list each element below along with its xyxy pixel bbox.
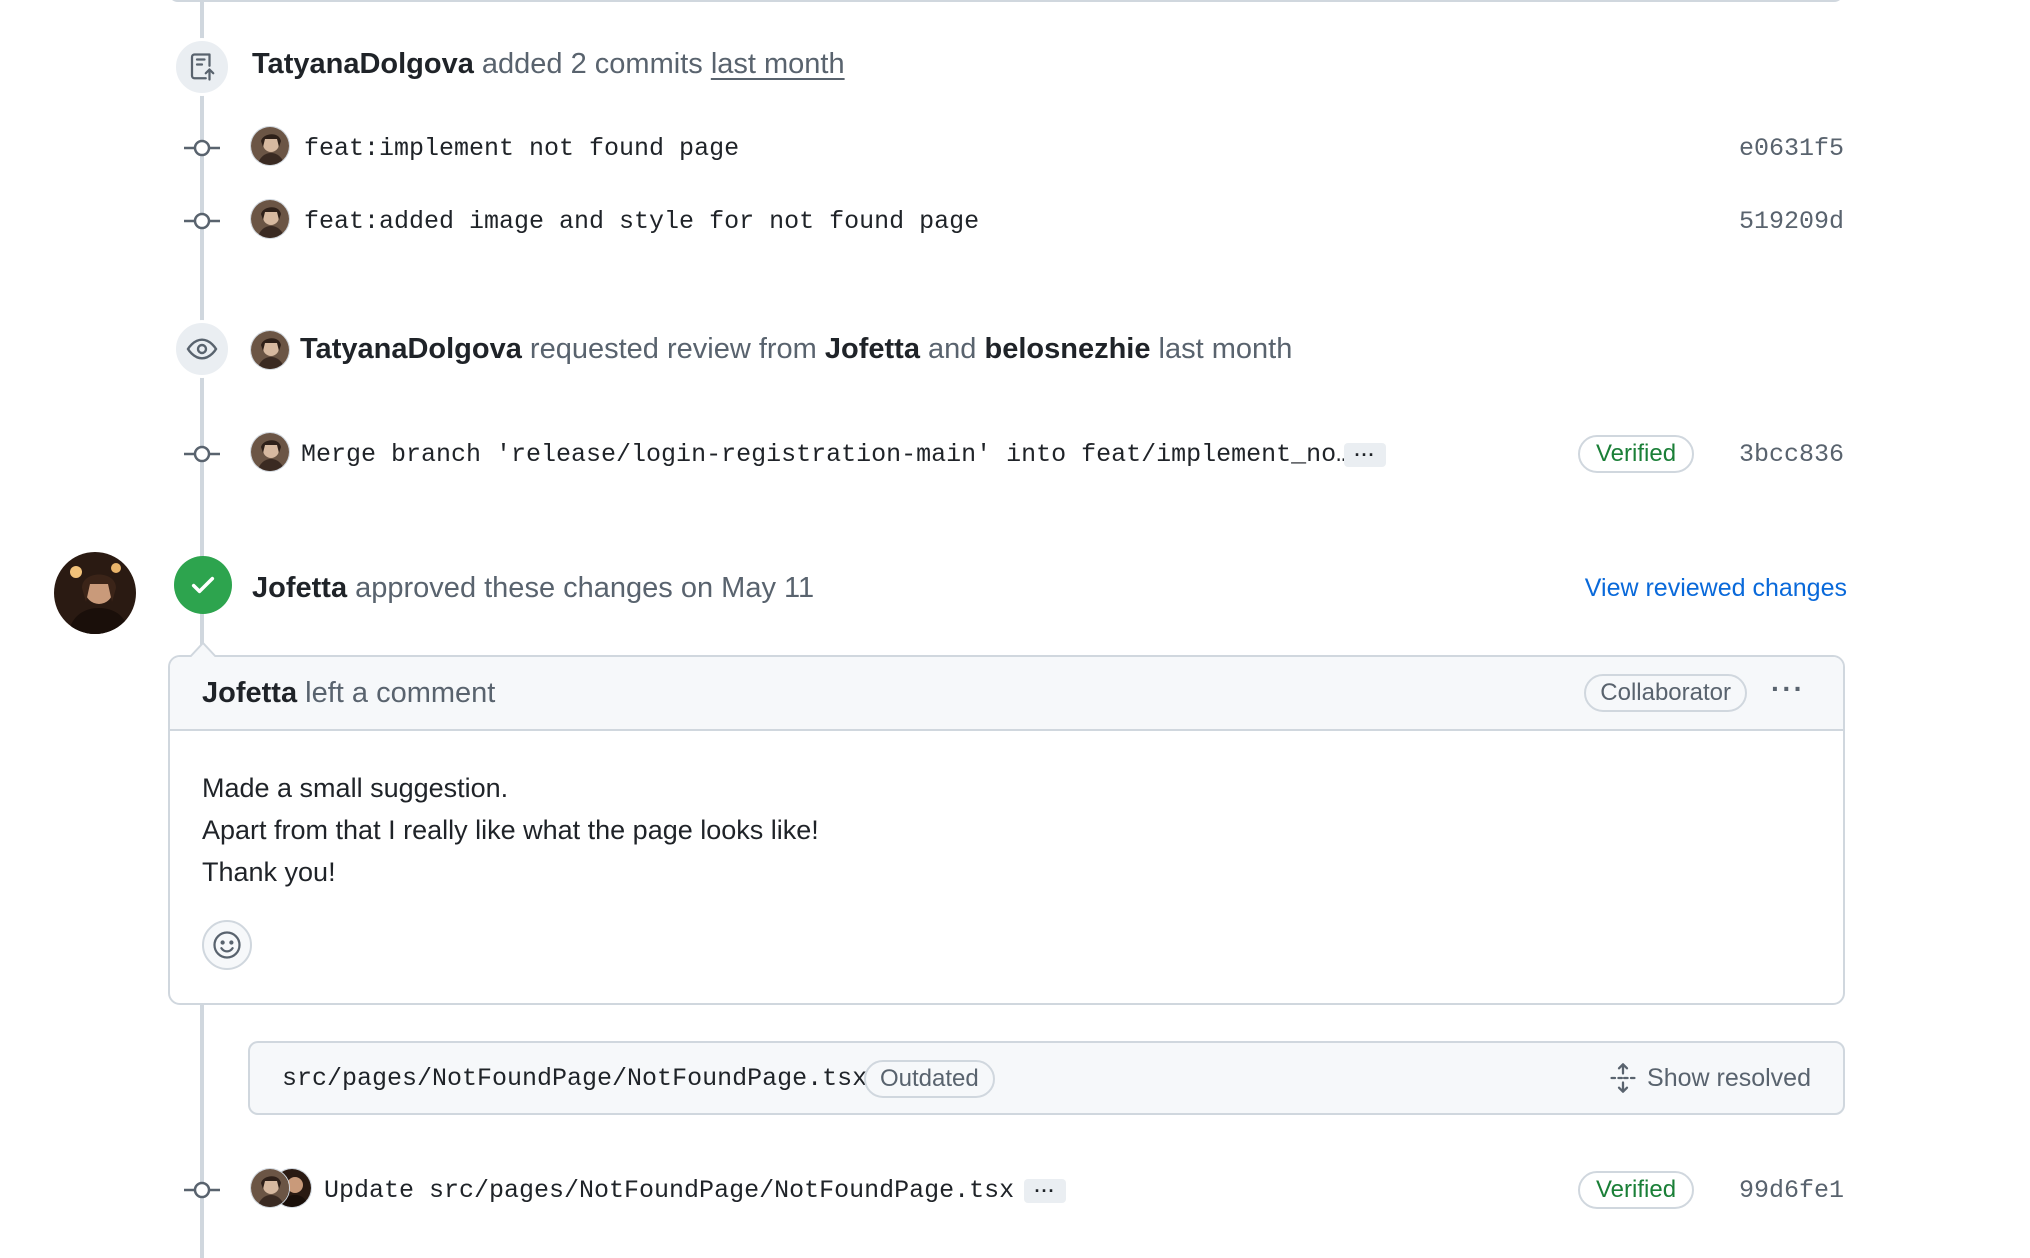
commit-sha-link[interactable]: 519209d [1739, 207, 1844, 236]
comment-byline: Jofetta left a comment [202, 677, 496, 709]
add-reaction-button[interactable] [202, 920, 252, 970]
show-resolved-label: Show resolved [1647, 1063, 1811, 1092]
avatar[interactable] [250, 126, 290, 166]
verified-badge[interactable]: Verified [1578, 435, 1695, 473]
review-comment-card: Jofetta left a comment Collaborator ··· … [168, 641, 1845, 1005]
commit-icon [184, 212, 220, 230]
eye-icon [186, 338, 218, 360]
timeline-line [200, 0, 204, 1258]
approval-event: Jofetta approved these changes on May 11 [252, 572, 815, 604]
review-request-event: TatyanaDolgova requested review from Jof… [300, 333, 1293, 365]
commit-message-link[interactable]: Update src/pages/NotFoundPage/NotFoundPa… [324, 1176, 1014, 1205]
commit-icon [184, 1181, 220, 1199]
event-time[interactable]: on May 11 [681, 572, 814, 604]
commit-message-link[interactable]: Merge branch 'release/login-registration… [301, 440, 1351, 469]
expand-commit-button[interactable]: ··· [1344, 443, 1386, 467]
comment-line: Apart from that I really like what the p… [202, 815, 819, 845]
repo-push-icon [190, 53, 215, 81]
commits-added-event: TatyanaDolgova added 2 commits last mont… [252, 48, 845, 81]
event-author-link[interactable]: TatyanaDolgova [252, 48, 474, 80]
commit-sha-link[interactable]: 3bcc836 [1739, 440, 1844, 469]
comment-author-link[interactable]: Jofetta [202, 677, 297, 709]
smiley-icon [213, 931, 241, 959]
previous-card-edge [168, 0, 1844, 2]
push-event-badge [173, 38, 231, 96]
event-time-link[interactable]: last month [711, 48, 845, 80]
commit-message-link[interactable]: feat:added image and style for not found… [304, 207, 979, 236]
review-request-badge [173, 320, 231, 378]
reviewer-avatar[interactable] [54, 552, 136, 634]
unfold-icon [1610, 1063, 1636, 1093]
reviewer-link[interactable]: Jofetta [252, 572, 347, 604]
comment-line: Thank you! [202, 857, 336, 887]
collaborator-badge: Collaborator [1584, 674, 1747, 712]
view-reviewed-changes-link[interactable]: View reviewed changes [1585, 574, 1847, 603]
event-time[interactable]: last month [1159, 333, 1293, 365]
comment-body: Made a small suggestion. Apart from that… [202, 767, 819, 893]
avatar[interactable] [250, 199, 290, 239]
comment-options-button[interactable]: ··· [1771, 673, 1805, 705]
avatar[interactable] [250, 1168, 290, 1208]
file-thread-header: src/pages/NotFoundPage/NotFoundPage.tsx … [248, 1041, 1845, 1115]
commit-icon [184, 139, 220, 157]
avatar[interactable] [250, 330, 290, 370]
event-author-link[interactable]: TatyanaDolgova [300, 333, 522, 365]
verified-badge[interactable]: Verified [1578, 1171, 1695, 1209]
show-resolved-button[interactable]: Show resolved [1609, 1062, 1811, 1094]
comment-line: Made a small suggestion. [202, 773, 509, 803]
commit-sha-link[interactable]: 99d6fe1 [1739, 1176, 1844, 1205]
check-icon [191, 576, 215, 594]
reviewer-link[interactable]: belosnezhie [984, 333, 1150, 365]
review-comment-header: Jofetta left a comment Collaborator ··· [170, 657, 1843, 731]
outdated-badge: Outdated [864, 1060, 995, 1098]
commit-message-link[interactable]: feat:implement not found page [304, 134, 739, 163]
reviewer-link[interactable]: Jofetta [825, 333, 920, 365]
expand-commit-button[interactable]: ··· [1024, 1179, 1066, 1203]
event-action: added 2 commits [481, 48, 703, 80]
commit-sha-link[interactable]: e0631f5 [1739, 134, 1844, 163]
file-path-link[interactable]: src/pages/NotFoundPage/NotFoundPage.tsx [282, 1064, 867, 1093]
avatar[interactable] [250, 432, 290, 472]
commit-icon [184, 445, 220, 463]
approved-badge [174, 556, 232, 614]
